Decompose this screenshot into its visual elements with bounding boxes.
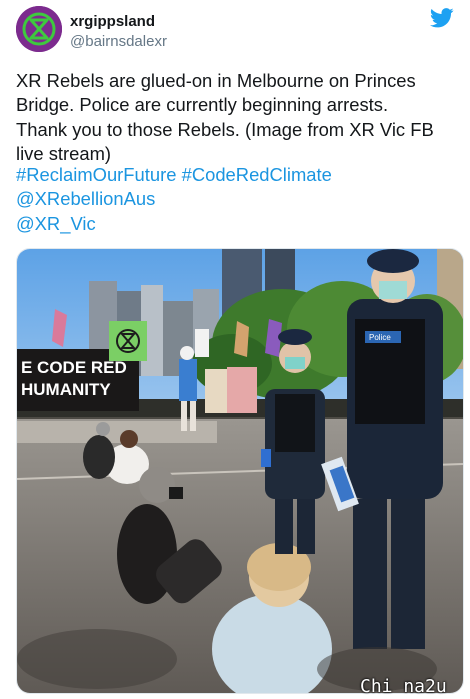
hashtag-coderedclimate[interactable]: #CodeRedClimate — [182, 164, 332, 185]
watermark: Chi na2u — [360, 676, 447, 697]
tweet-text: XR Rebels are glued-on in Melbourne on P… — [16, 70, 434, 165]
xr-logo-icon — [16, 6, 62, 52]
banner-text-line2: HUMANITY — [21, 380, 111, 399]
tweet-links: #ReclaimOurFuture #CodeRedClimate @XRebe… — [16, 163, 332, 236]
twitter-bird-icon[interactable] — [430, 8, 454, 28]
mention-xrebellionaus[interactable]: @XRebellionAus — [16, 187, 332, 211]
account-handle[interactable]: @bairnsdalexr — [70, 33, 167, 50]
avatar[interactable] — [16, 6, 62, 52]
tweet-photo[interactable]: E CODE RED HUMANITY Police — [16, 248, 464, 694]
police-badge-text: Police — [369, 333, 391, 342]
mention-xr-vic[interactable]: @XR_Vic — [16, 212, 332, 236]
display-name[interactable]: xrgippsland — [70, 13, 155, 30]
protest-photo: E CODE RED HUMANITY Police — [17, 249, 463, 693]
hashtag-reclaimourfuture[interactable]: #ReclaimOurFuture — [16, 164, 176, 185]
tweet-card: xrgippsland @bairnsdalexr XR Rebels are … — [0, 0, 470, 699]
